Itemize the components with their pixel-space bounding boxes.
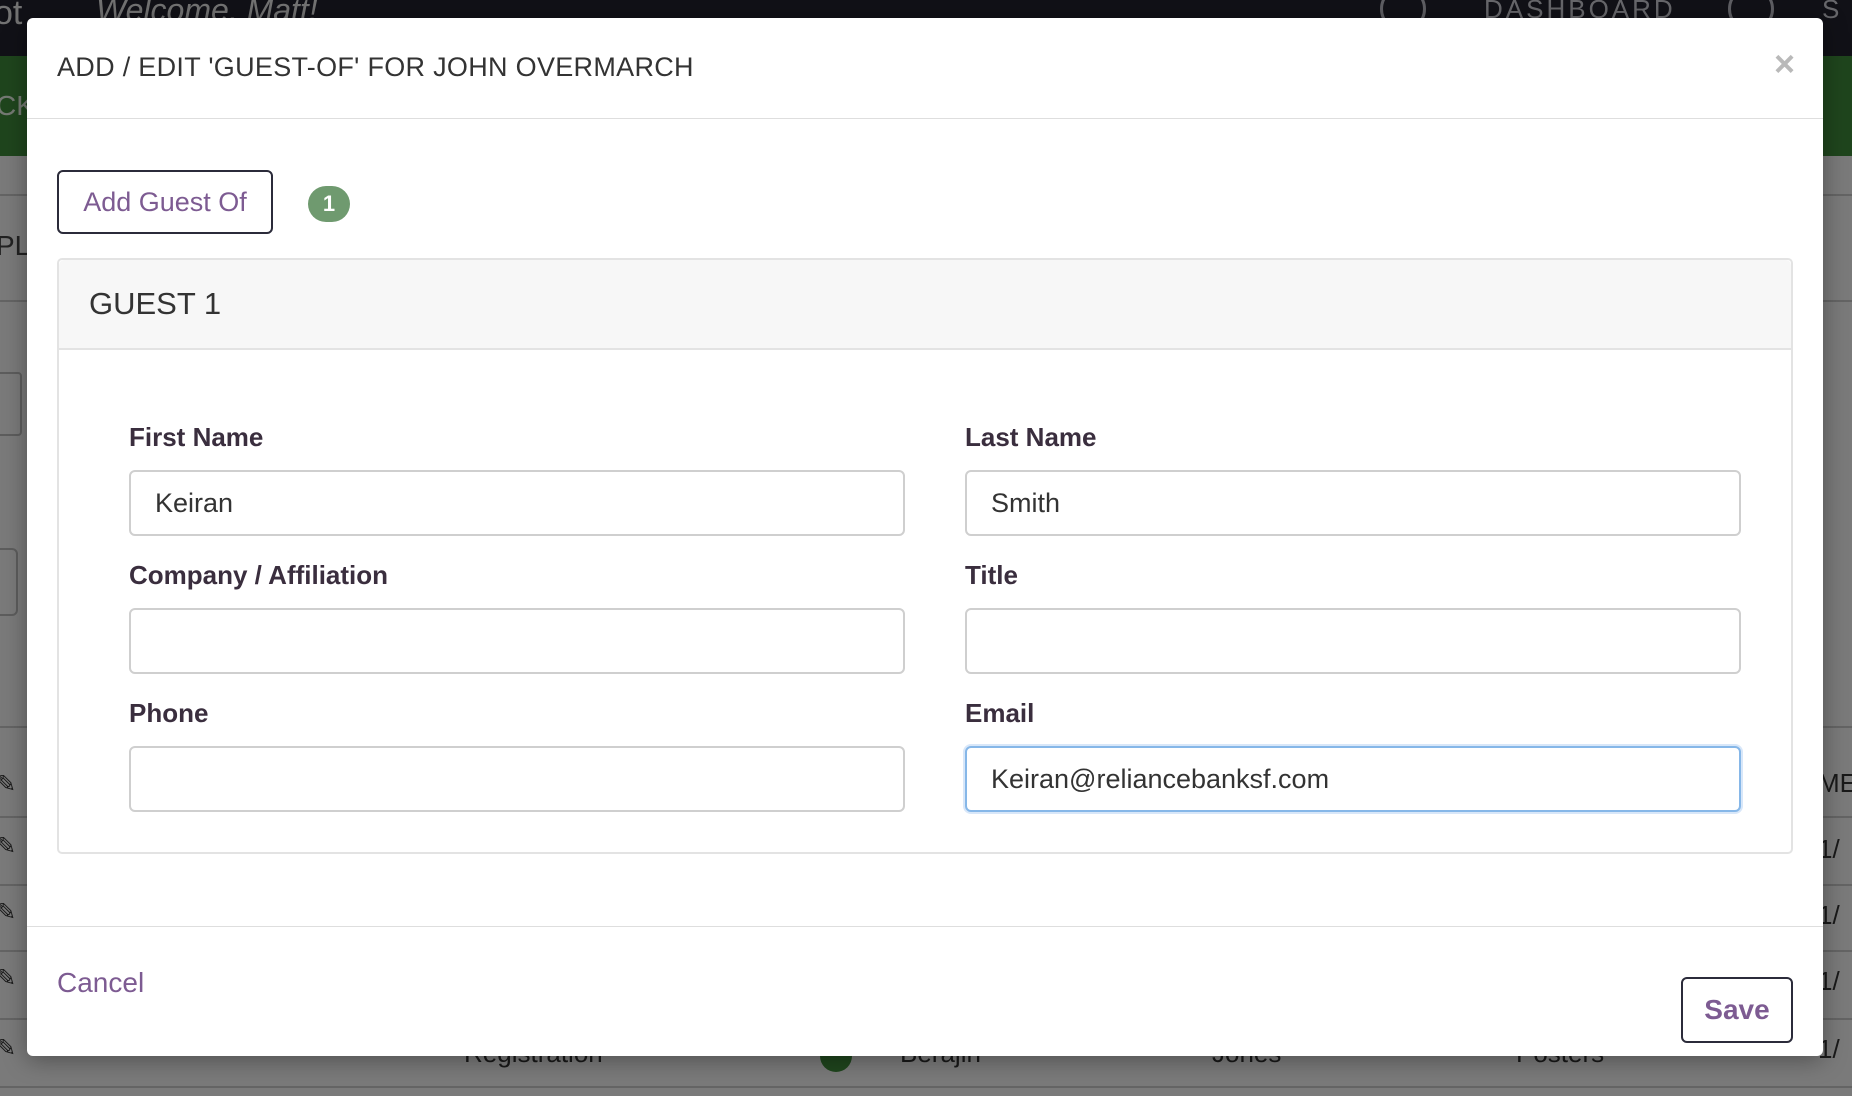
- first-name-input[interactable]: [129, 470, 905, 536]
- company-label: Company / Affiliation: [129, 560, 389, 590]
- guest-card-header: GUEST 1: [59, 260, 1791, 350]
- save-button[interactable]: Save: [1681, 977, 1793, 1043]
- modal-header: ADD / EDIT 'GUEST-OF' FOR JOHN OVERMARCH…: [27, 18, 1823, 119]
- phone-label: Phone: [129, 698, 209, 728]
- email-input[interactable]: [965, 746, 1741, 812]
- guest-count-badge: 1: [308, 186, 350, 222]
- guest-card-title: GUEST 1: [89, 286, 222, 321]
- title-input[interactable]: [965, 608, 1741, 674]
- guest-of-modal: ADD / EDIT 'GUEST-OF' FOR JOHN OVERMARCH…: [27, 18, 1823, 1056]
- add-guest-of-button[interactable]: Add Guest Of: [57, 170, 273, 234]
- modal-footer: Cancel Save: [27, 926, 1823, 1057]
- phone-input[interactable]: [129, 746, 905, 812]
- close-icon[interactable]: ×: [1774, 44, 1795, 84]
- last-name-label: Last Name: [965, 422, 1097, 452]
- last-name-input[interactable]: [965, 470, 1741, 536]
- company-input[interactable]: [129, 608, 905, 674]
- first-name-label: First Name: [129, 422, 264, 452]
- guest-card: GUEST 1 First Name Last Name Company / A…: [57, 258, 1793, 854]
- email-label: Email: [965, 698, 1035, 728]
- cancel-link[interactable]: Cancel: [57, 967, 144, 999]
- modal-title: ADD / EDIT 'GUEST-OF' FOR JOHN OVERMARCH: [57, 52, 694, 82]
- title-label: Title: [965, 560, 1018, 590]
